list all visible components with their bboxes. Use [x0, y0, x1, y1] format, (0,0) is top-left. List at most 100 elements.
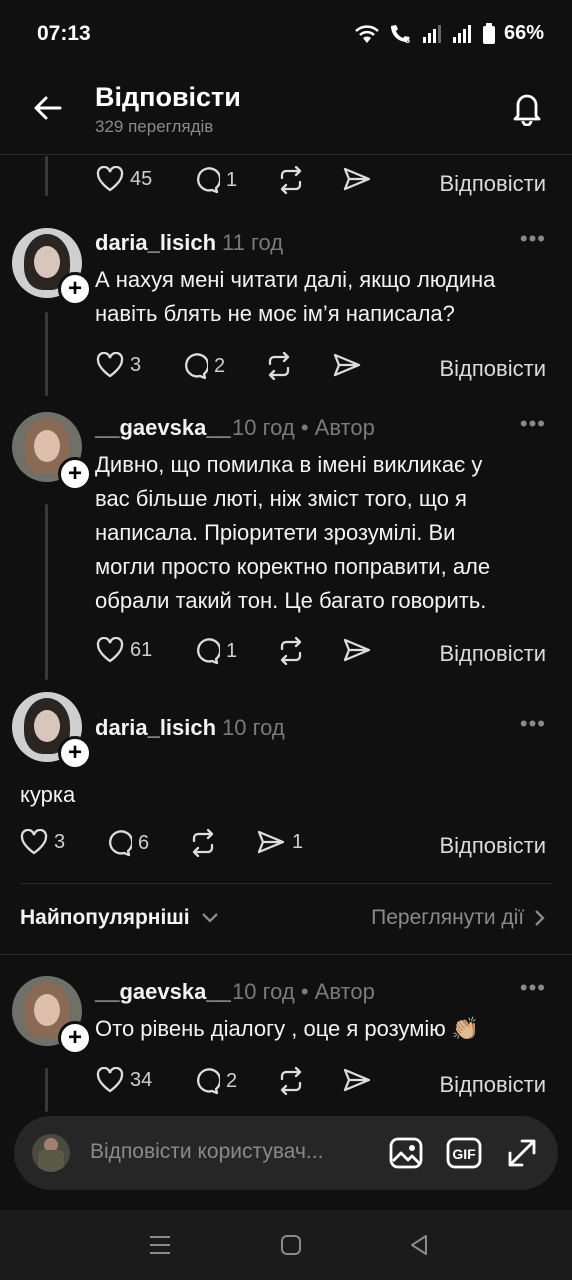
battery-level: 66% [503, 22, 544, 44]
repost-button[interactable] [264, 352, 294, 380]
recents-icon[interactable] [148, 1234, 172, 1256]
comment-time: 11 год [222, 230, 284, 255]
comment-text: Дивно, що помилка в імені викликає у вас… [95, 452, 491, 613]
like-count: 3 [130, 353, 142, 376]
view-activity-link[interactable]: Переглянути дії [371, 906, 546, 930]
send-button[interactable] [332, 352, 362, 378]
thread-line [45, 312, 48, 396]
image-icon[interactable] [388, 1135, 424, 1171]
chevron-down-icon [202, 913, 219, 924]
repost-icon [280, 1067, 302, 1095]
send-button[interactable]: 1 [256, 829, 303, 855]
username[interactable]: __gaevska__ [95, 979, 231, 1005]
reply-link[interactable]: Відповісти [440, 833, 547, 859]
comment-count: 2 [214, 354, 226, 377]
send-icon [257, 830, 285, 854]
battery-icon [482, 22, 495, 44]
more-dots-icon[interactable]: ••• [520, 711, 546, 737]
page-title: Відповісти [95, 82, 241, 112]
signal-icon-2 [452, 24, 471, 43]
follow-plus-button[interactable]: + [58, 272, 92, 306]
more-dots-icon[interactable]: ••• [520, 975, 546, 1001]
follow-plus-button[interactable]: + [58, 1021, 92, 1055]
like-button[interactable]: 45 [96, 166, 152, 192]
repost-icon [280, 637, 302, 665]
comment-text: А нахуя мені читати далі, якщо людина на… [95, 267, 496, 326]
wifi-icon [355, 24, 379, 43]
reply-link[interactable]: Відповісти [440, 356, 547, 382]
comment-count: 1 [226, 168, 238, 191]
send-icon [343, 167, 371, 191]
like-button[interactable]: 3 [96, 352, 141, 378]
call-icon: 8 [390, 24, 410, 45]
view-count: 329 переглядів [95, 117, 214, 136]
repost-icon [192, 829, 214, 857]
follow-plus-button[interactable]: + [58, 457, 92, 491]
like-button[interactable]: 34 [96, 1067, 152, 1093]
comment-button[interactable]: 1 [192, 637, 237, 665]
follow-plus-button[interactable]: + [58, 736, 92, 770]
like-count: 61 [130, 638, 153, 661]
bell-icon[interactable] [510, 90, 544, 126]
comment-button[interactable]: 6 [104, 829, 149, 857]
comment-icon [197, 167, 220, 194]
sort-dropdown[interactable]: Найпопулярніші [20, 906, 219, 930]
repost-button[interactable] [276, 166, 306, 194]
heart-icon [20, 829, 48, 855]
sort-label: Найпопулярніші [20, 906, 190, 929]
username[interactable]: __gaevska__ [95, 415, 231, 441]
repost-button[interactable] [188, 829, 218, 857]
like-count: 34 [130, 1068, 153, 1091]
thread-line [45, 1068, 48, 1112]
author-badge: • Автор [300, 415, 375, 440]
back-arrow-icon[interactable] [32, 92, 64, 124]
reply-link[interactable]: Відповісти [440, 1072, 547, 1098]
send-button[interactable] [342, 1067, 372, 1093]
comment-count: 6 [138, 831, 150, 854]
like-button[interactable]: 61 [96, 637, 152, 663]
thread-line [45, 504, 48, 680]
comment-text: курка [20, 782, 76, 807]
gif-icon[interactable]: GIF [446, 1135, 482, 1171]
send-icon [343, 638, 371, 662]
more-dots-icon[interactable]: ••• [520, 411, 546, 437]
comment-text: Ото рівень діалогу , оце я розумію 👏🏼 [95, 1016, 480, 1041]
repost-button[interactable] [276, 637, 306, 665]
comment-button[interactable]: 2 [180, 352, 225, 380]
comment-button[interactable]: 1 [192, 166, 237, 194]
heart-icon [96, 1067, 124, 1093]
signal-icon-1 [422, 24, 441, 43]
my-avatar [32, 1134, 70, 1172]
comment-icon [197, 1068, 220, 1095]
username[interactable]: daria_lisich [95, 715, 216, 741]
comment-time: 10 год [222, 715, 285, 740]
heart-icon [96, 352, 124, 378]
system-nav-bar [0, 1210, 572, 1280]
send-button[interactable] [342, 166, 372, 192]
comment-time: 10 год • Автор [232, 979, 375, 1004]
expand-icon[interactable] [504, 1135, 540, 1171]
send-button[interactable] [342, 637, 372, 663]
view-activity-label: Переглянути дії [371, 906, 525, 929]
comment-button[interactable]: 2 [192, 1067, 237, 1095]
heart-icon [96, 166, 124, 192]
chevron-right-icon [535, 910, 545, 927]
share-count: 1 [292, 830, 304, 853]
reply-composer[interactable]: Відповісти користувач... GIF [14, 1116, 558, 1190]
like-count: 45 [130, 167, 153, 190]
comment-icon [185, 353, 208, 380]
status-time: 07:13 [37, 22, 91, 45]
header: Відповісти 329 переглядів [0, 66, 572, 155]
reply-input[interactable]: Відповісти користувач... [90, 1140, 323, 1164]
reply-link[interactable]: Відповісти [440, 641, 547, 667]
repost-button[interactable] [276, 1067, 306, 1095]
home-icon[interactable] [280, 1234, 302, 1256]
back-nav-icon[interactable] [408, 1234, 430, 1256]
heart-icon [96, 637, 124, 663]
svg-text:GIF: GIF [452, 1146, 476, 1162]
comment-icon [197, 638, 220, 665]
reply-link[interactable]: Відповісти [440, 171, 547, 197]
username[interactable]: daria_lisich [95, 230, 216, 256]
like-button[interactable]: 3 [20, 829, 65, 855]
more-dots-icon[interactable]: ••• [520, 226, 546, 252]
